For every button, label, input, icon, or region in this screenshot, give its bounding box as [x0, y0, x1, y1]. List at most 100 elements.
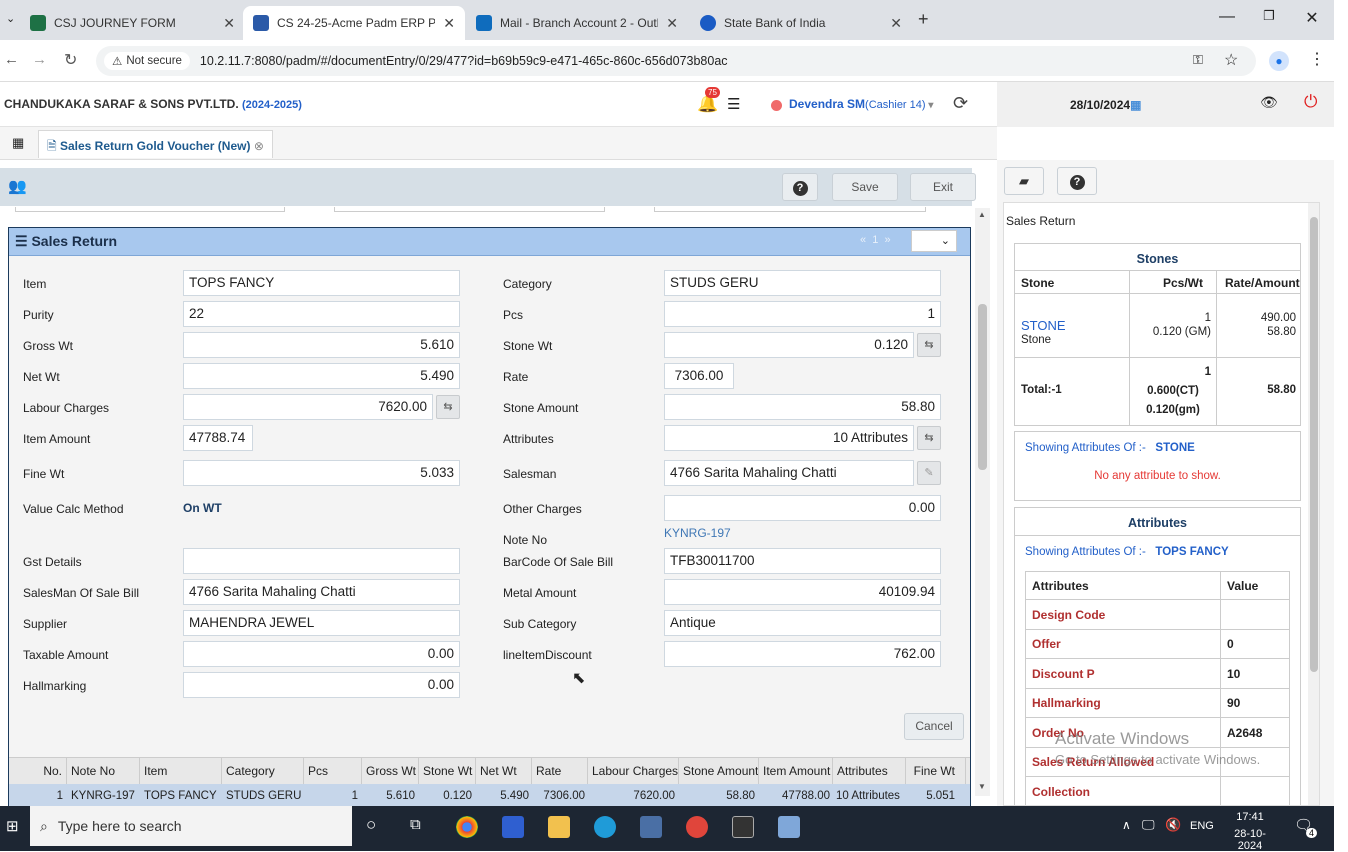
language-indicator[interactable]: ENG [1190, 820, 1214, 832]
minimize-icon[interactable]: — [1212, 8, 1242, 26]
book-button[interactable]: ▰ [1004, 167, 1044, 195]
table-row[interactable]: 1 KYNRG-197 TOPS FANCY STUDS GERU 1 5.61… [9, 784, 970, 806]
not-secure-badge[interactable]: ⚠ Not secure [104, 52, 190, 70]
refresh-icon[interactable]: ⟳ [953, 93, 968, 114]
other-charges-field[interactable]: 0.00 [664, 495, 941, 521]
grid-col-labour-charges[interactable]: Labour Charges [588, 758, 679, 785]
edit-salesman-icon[interactable]: ✎ [917, 461, 941, 485]
wps-office-icon[interactable] [686, 816, 708, 838]
barcode-of-sale-bill-field[interactable]: TFB30011700 [664, 548, 941, 574]
scroll-down-arrow-icon[interactable]: ▼ [978, 782, 986, 791]
terminal-icon[interactable] [732, 816, 754, 838]
stone-amount-field[interactable]: 58.80 [664, 394, 941, 420]
side-scroll-thumb[interactable] [1310, 217, 1318, 672]
chrome-icon[interactable] [456, 816, 478, 838]
labour-charges-field[interactable]: 7620.00 [183, 394, 433, 420]
power-icon[interactable]: ⏻ [1304, 92, 1317, 112]
browser-tab-erp[interactable]: CS 24-25-Acme Padm ERP Platf ✕ [243, 6, 465, 40]
main-scrollbar[interactable]: ▲ ▼ [975, 208, 990, 796]
tab-search-chevron-icon[interactable]: ⌄ [6, 12, 15, 25]
stone-wt-field[interactable]: 0.120 [664, 332, 914, 358]
password-key-icon[interactable]: ⚿ [1193, 52, 1203, 68]
browser-tab-csj[interactable]: CSJ JOURNEY FORM ✕ [20, 6, 245, 40]
close-icon[interactable]: ✕ [443, 15, 455, 32]
side-help-button[interactable]: ? [1057, 167, 1097, 195]
list-menu-icon[interactable]: ☰ [727, 95, 740, 113]
users-icon[interactable]: 👥 [8, 177, 27, 195]
grid-col-gross-wt[interactable]: Gross Wt [362, 758, 419, 785]
task-view-icon[interactable]: ⧉ [410, 816, 421, 833]
labour-detail-icon[interactable]: ⇆ [436, 395, 460, 419]
gross-wt-field[interactable]: 5.610 [183, 332, 460, 358]
exit-button[interactable]: Exit [910, 173, 976, 201]
whiteboard-icon[interactable] [502, 816, 524, 838]
eye-slash-icon[interactable]: 👁 [1260, 94, 1278, 111]
hallmarking-field[interactable]: 0.00 [183, 672, 460, 698]
clock-date[interactable]: 28-10-2024 [1222, 828, 1278, 852]
grid-col-fine-wt[interactable]: Fine Wt [906, 758, 966, 785]
pager-page[interactable]: 1 [872, 234, 878, 246]
grid-col-net-wt[interactable]: Net Wt [476, 758, 532, 785]
pager-prev[interactable]: « [860, 234, 866, 246]
chrome-menu-icon[interactable]: ⋮ [1309, 49, 1325, 69]
close-window-icon[interactable]: ✕ [1297, 8, 1327, 28]
taxable-amount-field[interactable]: 0.00 [183, 641, 460, 667]
new-tab-button[interactable]: + [918, 9, 929, 30]
category-field[interactable]: STUDS GERU [664, 270, 941, 296]
grid-col-note-no[interactable]: Note No [67, 758, 140, 785]
grid-col-stone-amount[interactable]: Stone Amount [679, 758, 759, 785]
pcs-field[interactable]: 1 [664, 301, 941, 327]
help-button[interactable]: ? [782, 173, 818, 201]
calculator-icon[interactable] [640, 816, 662, 838]
attributes-detail-icon[interactable]: ⇆ [917, 426, 941, 450]
pager-next[interactable]: » [885, 234, 891, 246]
close-icon[interactable]: ✕ [666, 15, 678, 32]
purity-field[interactable]: 22 [183, 301, 460, 327]
grid-col-item-amount[interactable]: Item Amount [759, 758, 833, 785]
save-button[interactable]: Save [832, 173, 898, 201]
net-wt-field[interactable]: 5.490 [183, 363, 460, 389]
tab-close-icon[interactable]: ⊗ [254, 139, 264, 153]
grid-col-rate[interactable]: Rate [532, 758, 588, 785]
reload-icon[interactable]: ↻ [64, 50, 77, 70]
camera-icon[interactable] [778, 816, 800, 838]
side-scrollbar[interactable] [1308, 203, 1319, 805]
windows-start-icon[interactable]: ⊞ [6, 817, 19, 835]
restore-icon[interactable]: ❐ [1254, 8, 1284, 24]
network-icon[interactable]: 🖵 [1142, 817, 1155, 833]
grid-col-category[interactable]: Category [222, 758, 304, 785]
stone-detail-icon[interactable]: ⇆ [917, 333, 941, 357]
line-item-discount-field[interactable]: 762.00 [664, 641, 941, 667]
volume-muted-icon[interactable]: 🔇 [1165, 817, 1181, 833]
profile-avatar-icon[interactable]: ● [1269, 51, 1289, 71]
rate-field[interactable]: 7306.00 [664, 363, 734, 389]
date-display[interactable]: 28/10/2024▦ [1070, 98, 1141, 112]
grid-col-item[interactable]: Item [140, 758, 222, 785]
bookmark-star-icon[interactable]: ☆ [1224, 50, 1238, 70]
clock-time[interactable]: 17:41 [1222, 811, 1278, 823]
grid-col-pcs[interactable]: Pcs [304, 758, 362, 785]
attributes-field[interactable]: 10 Attributes [664, 425, 914, 451]
grid-col-stone-wt[interactable]: Stone Wt [419, 758, 476, 785]
forward-icon[interactable]: → [32, 51, 47, 68]
grid-col-attributes[interactable]: Attributes [833, 758, 906, 785]
item-amount-field[interactable]: 47788.74 [183, 425, 253, 451]
metal-amount-field[interactable]: 40109.94 [664, 579, 941, 605]
file-explorer-icon[interactable] [548, 816, 570, 838]
apps-grid-icon[interactable]: ▦ [12, 135, 24, 151]
sub-category-field[interactable]: Antique [664, 610, 941, 636]
grid-col-no[interactable]: No. [9, 758, 67, 785]
scroll-up-arrow-icon[interactable]: ▲ [978, 210, 986, 219]
taskbar-search-box[interactable]: ⌕ Type here to search [30, 806, 352, 846]
browser-tab-mail[interactable]: Mail - Branch Account 2 - Outlo ✕ [466, 6, 688, 40]
salesman-of-sale-bill-field[interactable]: 4766 Sarita Mahaling Chatti [183, 579, 460, 605]
browser-tab-sbi[interactable]: State Bank of India ✕ [690, 6, 912, 40]
pager[interactable]: « 1 » [860, 234, 891, 246]
cancel-button[interactable]: Cancel [904, 713, 964, 740]
scroll-thumb[interactable] [978, 304, 987, 470]
cortana-icon[interactable]: ○ [366, 815, 376, 835]
supplier-field[interactable]: MAHENDRA JEWEL [183, 610, 460, 636]
page-select[interactable]: ⌄ [911, 230, 957, 252]
fine-wt-field[interactable]: 5.033 [183, 460, 460, 486]
edge-icon[interactable] [594, 816, 616, 838]
